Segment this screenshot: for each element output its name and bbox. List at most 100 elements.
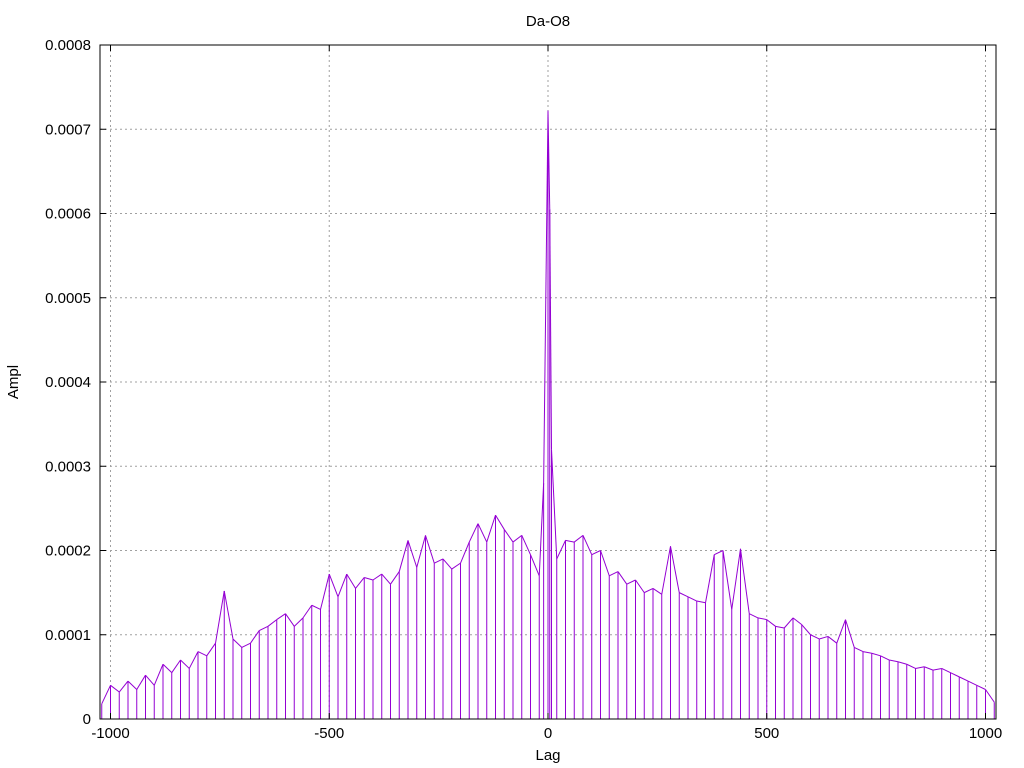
series-segment — [337, 573, 348, 598]
series-segment — [556, 540, 566, 560]
series-segment — [836, 619, 846, 644]
chart-title: Da-O8 — [526, 13, 570, 30]
series-segment — [293, 617, 304, 627]
series-segment — [451, 562, 461, 570]
series-segment — [442, 558, 453, 570]
series-segment — [950, 672, 960, 678]
series-segment — [364, 576, 374, 581]
y-axis-label: Ampl — [5, 365, 22, 399]
x-tick-label: 500 — [754, 725, 779, 742]
series-segment — [118, 680, 129, 693]
series-segment — [241, 642, 251, 648]
series-segment — [136, 674, 146, 690]
series-segment — [985, 689, 995, 703]
x-tick-label: 1000 — [969, 725, 1002, 742]
series-segment — [434, 558, 444, 564]
series-segment — [810, 634, 820, 640]
series-segment — [862, 651, 872, 654]
series-segment — [302, 604, 313, 619]
series-segment — [259, 625, 269, 631]
series-segment — [766, 619, 776, 627]
series-segment — [232, 638, 243, 648]
series-segment — [854, 646, 864, 653]
series-segment — [355, 577, 365, 589]
series-segment — [521, 535, 531, 555]
series-segment — [276, 613, 286, 621]
series-segment — [206, 642, 216, 657]
y-tick-label: 0.0002 — [45, 543, 91, 560]
series-segment — [696, 600, 706, 604]
series-segment — [783, 617, 794, 629]
series-segment — [757, 617, 767, 621]
series-segment — [932, 667, 942, 671]
y-tick-label: 0.0001 — [45, 627, 91, 644]
series-segment — [626, 579, 636, 585]
series-segment — [775, 625, 785, 629]
series-segment — [110, 684, 120, 693]
series-segment — [101, 685, 111, 705]
series-segment — [215, 590, 225, 644]
series-segment — [635, 579, 645, 593]
series-segment — [381, 573, 391, 585]
series-segment — [967, 680, 977, 686]
series-segment — [600, 550, 610, 576]
x-tick-label: -1000 — [91, 725, 129, 742]
series-segment — [416, 535, 426, 568]
series-segment — [328, 573, 339, 598]
series-segment — [819, 635, 829, 640]
series-segment — [941, 667, 951, 674]
series-segment — [915, 666, 925, 669]
x-axis-label: Lag — [535, 747, 560, 764]
series-segment — [976, 684, 986, 690]
series-segment — [740, 548, 750, 614]
series-segment — [512, 534, 523, 543]
series-segment — [906, 663, 916, 669]
y-tick-label: 0.0003 — [45, 458, 91, 475]
series-segment — [503, 529, 514, 543]
series-segment — [573, 534, 584, 543]
series-segment — [250, 630, 260, 644]
series-segment — [687, 596, 697, 602]
series-segment — [495, 514, 505, 530]
series-segment — [311, 604, 321, 610]
y-tick-label: 0.0007 — [45, 121, 91, 138]
y-tick-label: 0.0006 — [45, 206, 91, 223]
series-segment — [582, 535, 593, 555]
series-segment — [617, 571, 628, 585]
series-segment — [267, 619, 278, 627]
series-segment — [924, 666, 934, 671]
chart: -1000 -500 0 500 1000 0 0.0001 0.0002 0.0003 0.00… — [5, 13, 1002, 764]
series-segment — [679, 592, 689, 598]
series-segment — [530, 554, 540, 576]
series-segment — [705, 554, 715, 603]
series-segment — [372, 573, 383, 581]
y-tick-label: 0.0005 — [45, 290, 91, 307]
series-segment — [425, 535, 435, 564]
series-segment — [670, 546, 680, 593]
series-segment — [346, 573, 356, 589]
series-segment — [145, 674, 155, 686]
series-segment — [188, 651, 199, 669]
series-segment — [320, 573, 330, 610]
series-segment — [661, 546, 671, 595]
series-segment — [609, 571, 619, 577]
series-segment — [845, 619, 855, 648]
series-segment — [652, 587, 663, 595]
series-segment — [880, 655, 890, 661]
series-segment — [591, 550, 601, 556]
y-tick-label: 0.0004 — [45, 374, 91, 391]
series-segment — [398, 540, 409, 572]
y-tick-label: 0.0008 — [45, 37, 91, 54]
series-segment — [722, 550, 733, 610]
series-segment — [644, 587, 654, 594]
series-segment — [468, 523, 479, 543]
x-tick-label: -500 — [314, 725, 344, 742]
series-segment — [897, 661, 907, 665]
series-segment — [889, 659, 899, 663]
series-segment — [390, 571, 400, 585]
series-segment — [543, 110, 549, 484]
series-segment — [127, 680, 138, 690]
y-tick-label: 0 — [83, 711, 91, 728]
series-segment — [801, 624, 811, 636]
x-tick-label: 0 — [544, 725, 552, 742]
